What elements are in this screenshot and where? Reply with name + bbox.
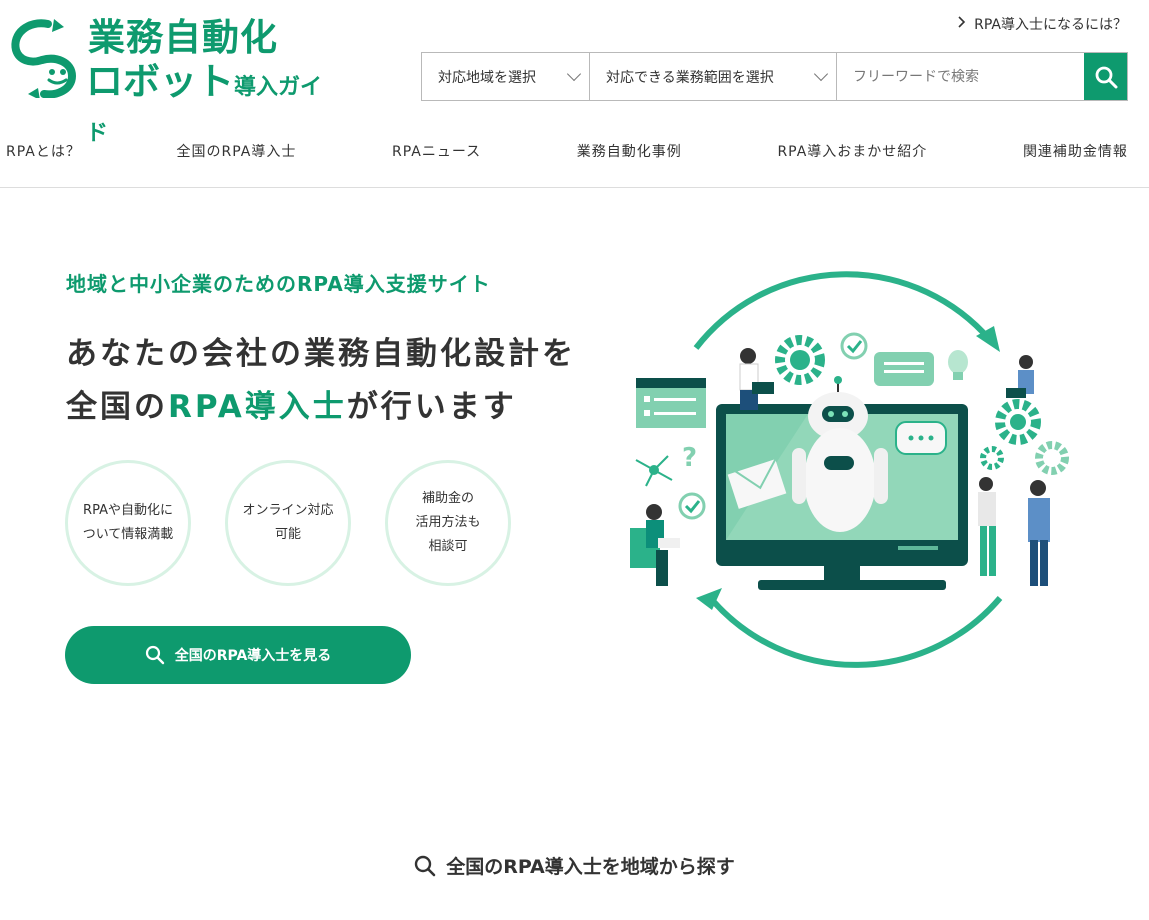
search-icon <box>415 855 436 876</box>
feature-bubbles: RPAや自動化に ついて情報満載 オンライン対応 可能 補助金の 活用方法も 相… <box>65 460 511 586</box>
top-link-label: RPA導入士になるには？ <box>974 17 1127 33</box>
chevron-down-icon <box>813 66 829 81</box>
nav-item-what-is-rpa[interactable]: RPAとは？ <box>6 130 81 172</box>
logo-text-main: ロボット <box>86 60 234 103</box>
scope-select-label: 対応できる業務範囲を選択 <box>606 69 774 86</box>
main-nav: RPAとは？ 全国のRPA導入士 RPAニュース 業務自動化事例 RPA導入おま… <box>0 130 1149 188</box>
chevron-down-icon <box>566 66 582 81</box>
feature-bubble-line: 可能 <box>274 527 301 542</box>
hero-illustration: ? <box>630 271 1069 668</box>
hero-title-accent: RPA導入士 <box>168 389 347 425</box>
nav-item-case-studies[interactable]: 業務自動化事例 <box>577 130 682 172</box>
svg-text:?: ? <box>682 443 697 473</box>
feature-bubble: RPAや自動化に ついて情報満載 <box>65 460 191 586</box>
nav-item-referral[interactable]: RPA導入おまかせ紹介 <box>777 130 927 172</box>
section-heading-label: 全国のRPA導入士を地域から探す <box>446 856 735 878</box>
nav-item-rpa-advisors[interactable]: 全国のRPA導入士 <box>177 130 297 172</box>
search-icon <box>1095 66 1117 88</box>
feature-bubble-line: RPAや自動化に <box>83 503 173 518</box>
feature-bubble-line: 相談可 <box>428 539 468 554</box>
feature-bubble: オンライン対応 可能 <box>225 460 351 586</box>
search-icon <box>145 645 164 665</box>
section-heading-region-search: 全国のRPA導入士を地域から探す <box>0 852 1149 879</box>
hero-subtitle: 地域と中小企業のためのRPA導入支援サイト <box>66 272 491 296</box>
nav-item-subsidies[interactable]: 関連補助金情報 <box>1023 130 1128 172</box>
chevron-right-icon <box>958 16 966 32</box>
feature-bubble-line: 補助金の <box>421 491 474 506</box>
cta-label: 全国のRPA導入士を見る <box>174 648 332 664</box>
hero-title-line2-post: が行います <box>346 389 517 425</box>
site-logo[interactable]: 業務自動化 ロボット導入ガイド <box>8 14 328 146</box>
become-rpa-advisor-link[interactable]: RPA導入士になるには？ <box>958 14 1127 34</box>
logo-text-line1: 業務自動化 <box>88 16 278 59</box>
region-select[interactable]: 対応地域を選択 <box>422 53 590 100</box>
feature-bubble: 補助金の 活用方法も 相談可 <box>385 460 511 586</box>
search-button[interactable] <box>1084 53 1127 100</box>
hero-title: あなたの会社の業務自動化設計を 全国のRPA導入士が行います <box>66 328 576 434</box>
feature-bubble-line: 活用方法も <box>415 515 481 530</box>
nav-item-rpa-news[interactable]: RPAニュース <box>392 130 481 172</box>
hero-title-line2-pre: 全国の <box>66 389 168 425</box>
region-select-label: 対応地域を選択 <box>438 69 536 86</box>
feature-bubble-line: オンライン対応 <box>242 503 334 518</box>
scope-select[interactable]: 対応できる業務範囲を選択 <box>590 53 837 100</box>
view-advisors-button[interactable]: 全国のRPA導入士を見る <box>65 626 411 684</box>
feature-bubble-line: ついて情報満載 <box>82 527 174 542</box>
search-bar: 対応地域を選択 対応できる業務範囲を選択 <box>421 52 1128 101</box>
logo-mark-icon <box>11 19 77 98</box>
hero-title-line1: あなたの会社の業務自動化設計を <box>66 336 576 372</box>
search-input[interactable] <box>837 53 1084 100</box>
